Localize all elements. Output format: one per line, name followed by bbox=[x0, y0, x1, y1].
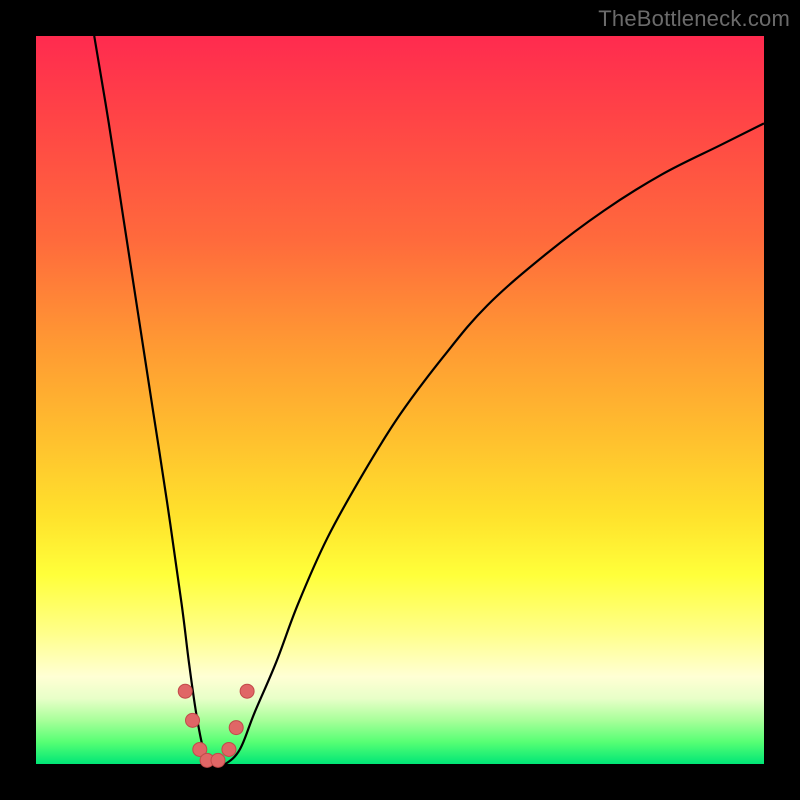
highlight-markers bbox=[178, 684, 254, 767]
highlight-marker bbox=[240, 684, 254, 698]
highlight-marker bbox=[222, 742, 236, 756]
curve-layer bbox=[36, 36, 764, 764]
highlight-marker bbox=[229, 721, 243, 735]
highlight-marker bbox=[178, 684, 192, 698]
bottleneck-curve bbox=[94, 36, 764, 765]
watermark-text: TheBottleneck.com bbox=[598, 6, 790, 32]
highlight-marker bbox=[211, 753, 225, 767]
chart-frame: TheBottleneck.com bbox=[0, 0, 800, 800]
highlight-marker bbox=[186, 713, 200, 727]
plot-area bbox=[36, 36, 764, 764]
